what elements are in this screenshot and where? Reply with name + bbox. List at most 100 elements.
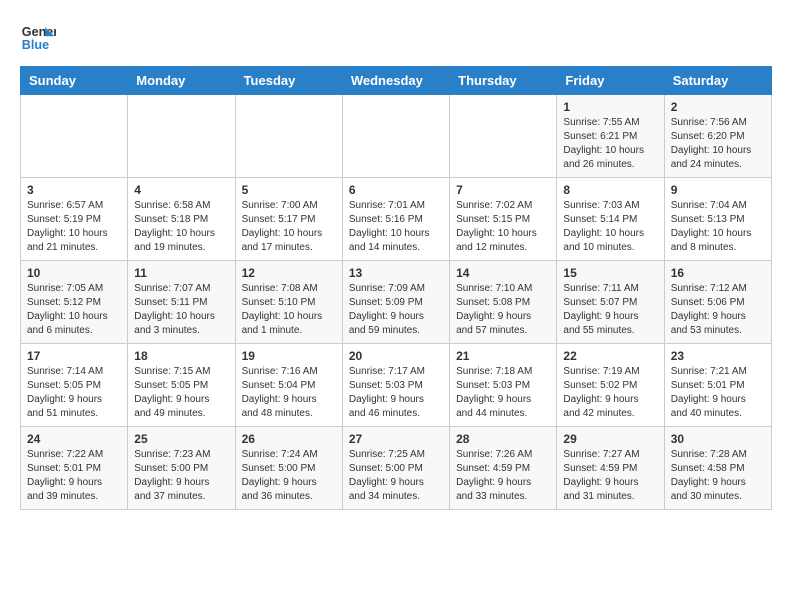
calendar-cell: 28 Sunrise: 7:26 AM Sunset: 4:59 PM Dayli… xyxy=(450,427,557,510)
day-number: 3 xyxy=(27,183,121,197)
day-number: 9 xyxy=(671,183,765,197)
calendar-cell: 30 Sunrise: 7:28 AM Sunset: 4:58 PM Dayli… xyxy=(664,427,771,510)
calendar-cell: 20 Sunrise: 7:17 AM Sunset: 5:03 PM Dayli… xyxy=(342,344,449,427)
calendar-cell: 7Sunrise: 7:02 AM Sunset: 5:15 PM Daylig… xyxy=(450,178,557,261)
day-number: 2 xyxy=(671,100,765,114)
day-info: Sunrise: 7:16 AM Sunset: 5:04 PM Dayligh… xyxy=(242,365,336,421)
calendar-cell: 27Sunrise: 7:25 AM Sunset: 5:00 PM Dayli… xyxy=(342,427,449,510)
day-info: Sunrise: 7:09 AM Sunset: 5:09 PM Dayligh… xyxy=(349,282,443,338)
day-info: Sunrise: 7:19 AM Sunset: 5:02 PM Dayligh… xyxy=(563,365,657,421)
logo: General Blue xyxy=(20,20,56,56)
calendar-cell: 6 Sunrise: 7:01 AM Sunset: 5:16 PM Daylig… xyxy=(342,178,449,261)
calendar-cell: 18 Sunrise: 7:15 AM Sunset: 5:05 PM Dayli… xyxy=(128,344,235,427)
column-header-thursday: Thursday xyxy=(450,67,557,95)
day-number: 8 xyxy=(563,183,657,197)
calendar-cell: 21Sunrise: 7:18 AM Sunset: 5:03 PM Dayli… xyxy=(450,344,557,427)
day-number: 19 xyxy=(242,349,336,363)
day-info: Sunrise: 7:21 AM Sunset: 5:01 PM Dayligh… xyxy=(671,365,765,421)
day-info: Sunrise: 7:15 AM Sunset: 5:05 PM Dayligh… xyxy=(134,365,228,421)
calendar-cell xyxy=(235,95,342,178)
day-info: Sunrise: 7:24 AM Sunset: 5:00 PM Dayligh… xyxy=(242,448,336,504)
calendar-cell: 4 Sunrise: 6:58 AM Sunset: 5:18 PM Daylig… xyxy=(128,178,235,261)
column-header-sunday: Sunday xyxy=(21,67,128,95)
calendar-table: SundayMondayTuesdayWednesdayThursdayFrid… xyxy=(20,66,772,510)
day-number: 28 xyxy=(456,432,550,446)
calendar-cell: 25 Sunrise: 7:23 AM Sunset: 5:00 PM Dayli… xyxy=(128,427,235,510)
day-number: 24 xyxy=(27,432,121,446)
week-row-5: 24 Sunrise: 7:22 AM Sunset: 5:01 PM Dayli… xyxy=(21,427,772,510)
day-number: 6 xyxy=(349,183,443,197)
calendar-cell: 11Sunrise: 7:07 AM Sunset: 5:11 PM Dayli… xyxy=(128,261,235,344)
day-info: Sunrise: 7:23 AM Sunset: 5:00 PM Dayligh… xyxy=(134,448,228,504)
day-number: 21 xyxy=(456,349,550,363)
day-number: 30 xyxy=(671,432,765,446)
calendar-cell: 9 Sunrise: 7:04 AM Sunset: 5:13 PM Daylig… xyxy=(664,178,771,261)
day-number: 20 xyxy=(349,349,443,363)
day-info: Sunrise: 7:55 AM Sunset: 6:21 PM Dayligh… xyxy=(563,116,657,172)
calendar-cell xyxy=(128,95,235,178)
calendar-cell: 24 Sunrise: 7:22 AM Sunset: 5:01 PM Dayli… xyxy=(21,427,128,510)
calendar-cell: 15Sunrise: 7:11 AM Sunset: 5:07 PM Dayli… xyxy=(557,261,664,344)
header-row: SundayMondayTuesdayWednesdayThursdayFrid… xyxy=(21,67,772,95)
day-info: Sunrise: 7:25 AM Sunset: 5:00 PM Dayligh… xyxy=(349,448,443,504)
day-info: Sunrise: 7:08 AM Sunset: 5:10 PM Dayligh… xyxy=(242,282,336,338)
day-number: 18 xyxy=(134,349,228,363)
day-info: Sunrise: 7:03 AM Sunset: 5:14 PM Dayligh… xyxy=(563,199,657,255)
day-number: 1 xyxy=(563,100,657,114)
day-number: 23 xyxy=(671,349,765,363)
day-info: Sunrise: 7:28 AM Sunset: 4:58 PM Dayligh… xyxy=(671,448,765,504)
column-header-wednesday: Wednesday xyxy=(342,67,449,95)
calendar-cell: 19 Sunrise: 7:16 AM Sunset: 5:04 PM Dayli… xyxy=(235,344,342,427)
svg-text:Blue: Blue xyxy=(22,38,49,52)
calendar-cell: 3 Sunrise: 6:57 AM Sunset: 5:19 PM Daylig… xyxy=(21,178,128,261)
day-number: 17 xyxy=(27,349,121,363)
week-row-4: 17 Sunrise: 7:14 AM Sunset: 5:05 PM Dayli… xyxy=(21,344,772,427)
day-info: Sunrise: 6:57 AM Sunset: 5:19 PM Dayligh… xyxy=(27,199,121,255)
week-row-2: 3 Sunrise: 6:57 AM Sunset: 5:19 PM Daylig… xyxy=(21,178,772,261)
day-info: Sunrise: 6:58 AM Sunset: 5:18 PM Dayligh… xyxy=(134,199,228,255)
week-row-3: 10 Sunrise: 7:05 AM Sunset: 5:12 PM Dayli… xyxy=(21,261,772,344)
day-info: Sunrise: 7:00 AM Sunset: 5:17 PM Dayligh… xyxy=(242,199,336,255)
calendar-cell: 17 Sunrise: 7:14 AM Sunset: 5:05 PM Dayli… xyxy=(21,344,128,427)
day-info: Sunrise: 7:11 AM Sunset: 5:07 PM Dayligh… xyxy=(563,282,657,338)
day-number: 22 xyxy=(563,349,657,363)
column-header-saturday: Saturday xyxy=(664,67,771,95)
calendar-cell: 10 Sunrise: 7:05 AM Sunset: 5:12 PM Dayli… xyxy=(21,261,128,344)
day-number: 13 xyxy=(349,266,443,280)
day-number: 12 xyxy=(242,266,336,280)
day-info: Sunrise: 7:12 AM Sunset: 5:06 PM Dayligh… xyxy=(671,282,765,338)
day-info: Sunrise: 7:22 AM Sunset: 5:01 PM Dayligh… xyxy=(27,448,121,504)
day-number: 11 xyxy=(134,266,228,280)
day-info: Sunrise: 7:10 AM Sunset: 5:08 PM Dayligh… xyxy=(456,282,550,338)
calendar-cell: 2 Sunrise: 7:56 AM Sunset: 6:20 PM Daylig… xyxy=(664,95,771,178)
calendar-cell: 16 Sunrise: 7:12 AM Sunset: 5:06 PM Dayli… xyxy=(664,261,771,344)
calendar-cell: 5Sunrise: 7:00 AM Sunset: 5:17 PM Daylig… xyxy=(235,178,342,261)
calendar-cell: 26 Sunrise: 7:24 AM Sunset: 5:00 PM Dayli… xyxy=(235,427,342,510)
day-number: 26 xyxy=(242,432,336,446)
day-info: Sunrise: 7:17 AM Sunset: 5:03 PM Dayligh… xyxy=(349,365,443,421)
calendar-cell: 13 Sunrise: 7:09 AM Sunset: 5:09 PM Dayli… xyxy=(342,261,449,344)
day-number: 16 xyxy=(671,266,765,280)
day-info: Sunrise: 7:04 AM Sunset: 5:13 PM Dayligh… xyxy=(671,199,765,255)
day-number: 25 xyxy=(134,432,228,446)
calendar-cell: 8 Sunrise: 7:03 AM Sunset: 5:14 PM Daylig… xyxy=(557,178,664,261)
day-number: 4 xyxy=(134,183,228,197)
column-header-tuesday: Tuesday xyxy=(235,67,342,95)
calendar-cell: 12 Sunrise: 7:08 AM Sunset: 5:10 PM Dayli… xyxy=(235,261,342,344)
calendar-cell: 29 Sunrise: 7:27 AM Sunset: 4:59 PM Dayli… xyxy=(557,427,664,510)
day-info: Sunrise: 7:27 AM Sunset: 4:59 PM Dayligh… xyxy=(563,448,657,504)
day-number: 10 xyxy=(27,266,121,280)
day-info: Sunrise: 7:56 AM Sunset: 6:20 PM Dayligh… xyxy=(671,116,765,172)
day-info: Sunrise: 7:26 AM Sunset: 4:59 PM Dayligh… xyxy=(456,448,550,504)
page-header: General Blue xyxy=(20,20,772,56)
day-info: Sunrise: 7:14 AM Sunset: 5:05 PM Dayligh… xyxy=(27,365,121,421)
day-number: 7 xyxy=(456,183,550,197)
calendar-cell: 23 Sunrise: 7:21 AM Sunset: 5:01 PM Dayli… xyxy=(664,344,771,427)
day-number: 14 xyxy=(456,266,550,280)
logo-icon: General Blue xyxy=(20,20,56,56)
column-header-friday: Friday xyxy=(557,67,664,95)
day-info: Sunrise: 7:05 AM Sunset: 5:12 PM Dayligh… xyxy=(27,282,121,338)
day-number: 29 xyxy=(563,432,657,446)
day-info: Sunrise: 7:01 AM Sunset: 5:16 PM Dayligh… xyxy=(349,199,443,255)
week-row-1: 1 Sunrise: 7:55 AM Sunset: 6:21 PM Daylig… xyxy=(21,95,772,178)
